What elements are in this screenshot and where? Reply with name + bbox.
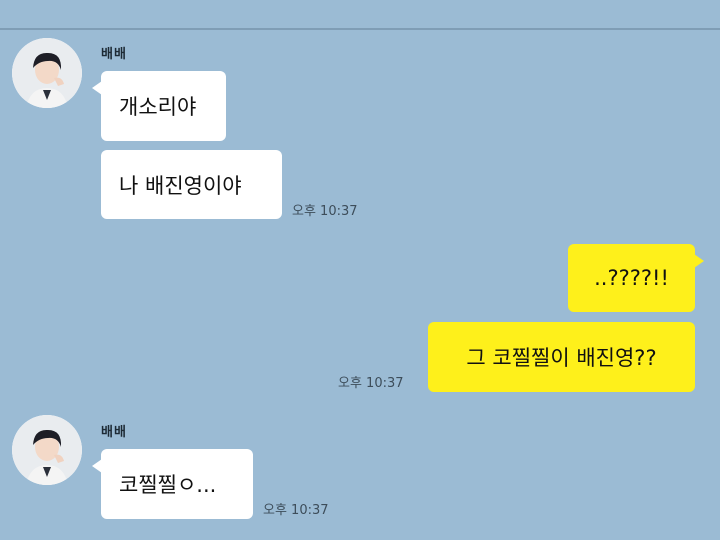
message-text: 코찔찔ㅇ...	[119, 473, 217, 497]
avatar[interactable]	[12, 38, 82, 108]
sender-name: 배배	[101, 47, 127, 62]
sender-name: 배배	[101, 425, 127, 440]
message-time: 오후 10:37	[263, 503, 329, 518]
profile-photo-icon	[12, 415, 82, 485]
message-bubble[interactable]: ..????!!	[568, 244, 704, 312]
bubble-tail	[92, 459, 102, 473]
bubble-tail	[694, 254, 704, 268]
chat-area: 배배 개소리야 나 배진영이야 오후 10:37 ..????!! 그 코찔찔이…	[0, 0, 720, 540]
header-divider	[0, 28, 720, 30]
bubble-tail	[92, 81, 102, 95]
message-time: 오후 10:37	[338, 376, 404, 391]
message-bubble[interactable]: 코찔찔ㅇ...	[92, 449, 253, 519]
message-text: 나 배진영이야	[119, 173, 242, 198]
message-time: 오후 10:37	[292, 204, 358, 219]
avatar[interactable]	[12, 415, 82, 485]
message-text: 그 코찔찔이 배진영??	[466, 346, 657, 370]
message-text: ..????!!	[594, 266, 669, 290]
profile-photo-icon	[12, 38, 82, 108]
message-bubble[interactable]: 나 배진영이야	[101, 150, 282, 219]
message-text: 개소리야	[119, 95, 197, 119]
message-bubble[interactable]: 개소리야	[92, 71, 226, 141]
message-bubble[interactable]: 그 코찔찔이 배진영??	[428, 322, 695, 392]
